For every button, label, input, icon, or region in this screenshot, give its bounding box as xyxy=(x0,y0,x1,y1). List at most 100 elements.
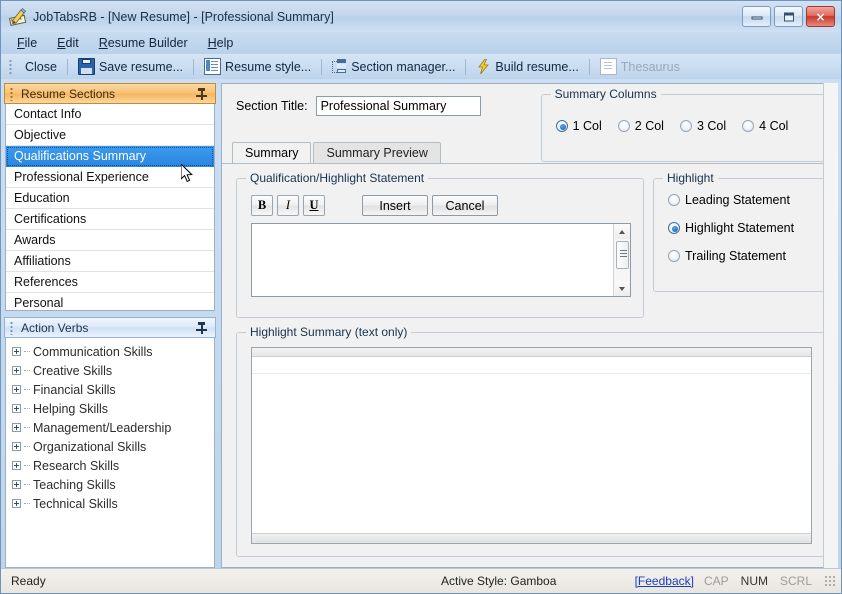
toolbar-thesaurus-label: Thesaurus xyxy=(621,60,680,74)
resume-sections-panel: Resume Sections Contact Info Objective Q… xyxy=(4,83,216,311)
menu-item-help[interactable]: Help xyxy=(208,36,234,50)
toolbar-section-manager-button[interactable]: Section manager... xyxy=(325,56,462,77)
content-scrollbar[interactable] xyxy=(823,83,838,568)
tree-item-communication-skills[interactable]: Communication Skills xyxy=(12,342,214,361)
sidebar-item-contact-info[interactable]: Contact Info xyxy=(6,104,214,125)
minimize-button[interactable] xyxy=(742,6,771,27)
scroll-down-icon[interactable] xyxy=(615,281,630,296)
menu-item-file[interactable]: File xyxy=(17,36,37,50)
thesaurus-icon xyxy=(600,58,617,75)
italic-button[interactable]: I xyxy=(277,195,299,216)
statement-editor[interactable] xyxy=(251,223,631,297)
toolbar-build-label: Build resume... xyxy=(495,60,578,74)
tree-item-label: Creative Skills xyxy=(33,364,112,378)
left-sidebar: Resume Sections Contact Info Objective Q… xyxy=(4,83,216,568)
toolbar-save-label: Save resume... xyxy=(99,60,183,74)
expand-icon[interactable] xyxy=(12,480,21,489)
sidebar-item-awards[interactable]: Awards xyxy=(6,230,214,251)
tree-item-technical-skills[interactable]: Technical Skills xyxy=(12,494,214,513)
close-button[interactable]: × xyxy=(806,6,835,27)
scroll-thumb[interactable] xyxy=(616,241,629,269)
bold-button[interactable]: B xyxy=(251,195,273,216)
resize-grip[interactable] xyxy=(824,575,836,587)
pin-icon[interactable] xyxy=(195,321,209,335)
expand-icon[interactable] xyxy=(12,404,21,413)
status-bar: Ready Active Style: Gamboa [Feedback] CA… xyxy=(1,568,841,593)
toolbar-close-button[interactable]: Close xyxy=(18,57,64,77)
application-window: JobTabsRB - [New Resume] - [Professional… xyxy=(0,0,842,594)
sidebar-item-certifications[interactable]: Certifications xyxy=(6,209,214,230)
expand-icon[interactable] xyxy=(12,385,21,394)
toolbar: Close Save resume... Resume style... Sec… xyxy=(1,54,841,79)
tree-item-research-skills[interactable]: Research Skills xyxy=(12,456,214,475)
menu-item-edit[interactable]: Edit xyxy=(57,36,79,50)
highlight-summary-grid[interactable] xyxy=(251,347,812,544)
expand-icon[interactable] xyxy=(12,347,21,356)
tree-item-teaching-skills[interactable]: Teaching Skills xyxy=(12,475,214,494)
toolbar-section-manager-label: Section manager... xyxy=(351,60,455,74)
tree-item-management-leadership[interactable]: Management/Leadership xyxy=(12,418,214,437)
feedback-link[interactable]: [Feedback] xyxy=(635,574,694,588)
underline-button[interactable]: U xyxy=(303,195,325,216)
statement-editor-scrollbar[interactable] xyxy=(613,224,630,296)
toolbar-resume-style-button[interactable]: Resume style... xyxy=(197,55,318,78)
sidebar-item-qualifications-summary[interactable]: Qualifications Summary xyxy=(6,146,214,167)
toolbar-build-resume-button[interactable]: Build resume... xyxy=(469,56,585,77)
statement-editor-area[interactable] xyxy=(252,224,613,296)
tree-item-organizational-skills[interactable]: Organizational Skills xyxy=(12,437,214,456)
qualification-statement-legend: Qualification/Highlight Statement xyxy=(246,171,428,185)
insert-button[interactable]: Insert xyxy=(362,195,428,216)
tab-summary[interactable]: Summary xyxy=(232,142,311,163)
panel-grip[interactable] xyxy=(10,87,16,101)
expand-icon[interactable] xyxy=(12,423,21,432)
save-icon xyxy=(78,58,95,75)
radio-dot-icon xyxy=(618,120,630,132)
expand-icon[interactable] xyxy=(12,366,21,375)
toolbar-save-resume-button[interactable]: Save resume... xyxy=(71,55,190,78)
action-verbs-tree[interactable]: Communication Skills Creative Skills Fin… xyxy=(5,338,215,568)
radio-3-col[interactable]: 3 Col xyxy=(680,119,726,133)
sidebar-item-references[interactable]: References xyxy=(6,272,214,293)
tree-item-label: Communication Skills xyxy=(33,345,152,359)
grid-body[interactable] xyxy=(252,374,811,533)
radio-dot-icon xyxy=(668,250,680,262)
expand-icon[interactable] xyxy=(12,442,21,451)
radio-leading-statement[interactable]: Leading Statement xyxy=(668,193,816,207)
radio-label: 4 Col xyxy=(759,119,788,133)
sidebar-item-professional-experience[interactable]: Professional Experience xyxy=(6,167,214,188)
toolbar-separator xyxy=(193,59,194,75)
sidebar-item-education[interactable]: Education xyxy=(6,188,214,209)
tree-item-creative-skills[interactable]: Creative Skills xyxy=(12,361,214,380)
sidebar-item-objective[interactable]: Objective xyxy=(6,125,214,146)
expand-icon[interactable] xyxy=(12,461,21,470)
highlight-radios: Leading Statement Highlight Statement Tr… xyxy=(654,179,824,263)
resume-sections-list[interactable]: Contact Info Objective Qualifications Su… xyxy=(5,104,215,311)
sidebar-item-affiliations[interactable]: Affiliations xyxy=(6,251,214,272)
toolbar-grip[interactable] xyxy=(7,58,14,75)
statement-row: Qualification/Highlight Statement B I U … xyxy=(236,178,825,318)
radio-1-col[interactable]: 1 Col xyxy=(556,119,602,133)
resume-sections-title: Resume Sections xyxy=(21,87,195,101)
cancel-button[interactable]: Cancel xyxy=(432,195,498,216)
pin-icon[interactable] xyxy=(195,87,209,101)
radio-trailing-statement[interactable]: Trailing Statement xyxy=(668,249,816,263)
section-title-row: Section Title: Summary Columns 1 Col 2 C… xyxy=(222,84,837,141)
radio-dot-icon xyxy=(668,222,680,234)
section-title-input[interactable] xyxy=(316,96,481,116)
scroll-up-icon[interactable] xyxy=(615,224,630,239)
radio-label: Trailing Statement xyxy=(685,249,786,263)
radio-highlight-statement[interactable]: Highlight Statement xyxy=(668,221,816,235)
tree-item-helping-skills[interactable]: Helping Skills xyxy=(12,399,214,418)
radio-4-col[interactable]: 4 Col xyxy=(742,119,788,133)
status-num-indicator: NUM xyxy=(741,574,768,588)
status-cap-indicator: CAP xyxy=(704,574,729,588)
maximize-button[interactable] xyxy=(774,6,803,27)
expand-icon[interactable] xyxy=(12,499,21,508)
tab-summary-preview[interactable]: Summary Preview xyxy=(313,142,440,163)
menu-item-resume-builder[interactable]: Resume Builder xyxy=(99,36,188,50)
tree-item-financial-skills[interactable]: Financial Skills xyxy=(12,380,214,399)
panel-grip[interactable] xyxy=(10,321,16,335)
sidebar-item-personal[interactable]: Personal xyxy=(6,293,214,311)
grid-row[interactable] xyxy=(252,357,811,374)
radio-2-col[interactable]: 2 Col xyxy=(618,119,664,133)
